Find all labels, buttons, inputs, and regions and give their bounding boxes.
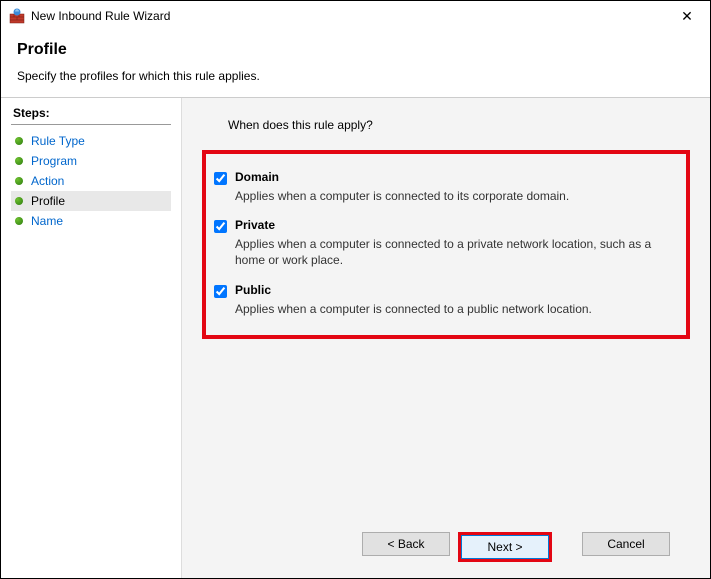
option-desc: Applies when a computer is connected to … xyxy=(235,301,670,317)
step-profile[interactable]: Profile xyxy=(11,191,171,211)
prompt-text: When does this rule apply? xyxy=(228,118,690,132)
next-button-highlight: Next > xyxy=(458,532,552,562)
firewall-icon xyxy=(9,8,25,24)
bullet-icon xyxy=(15,217,23,225)
option-name: Private xyxy=(235,218,670,232)
bullet-icon xyxy=(15,157,23,165)
cancel-button[interactable]: Cancel xyxy=(582,532,670,556)
step-label: Program xyxy=(31,154,77,168)
next-button[interactable]: Next > xyxy=(461,535,549,559)
close-icon[interactable]: ✕ xyxy=(672,8,702,25)
step-name[interactable]: Name xyxy=(11,211,171,231)
steps-sidebar: Steps: Rule Type Program Action Profile … xyxy=(1,98,181,578)
option-desc: Applies when a computer is connected to … xyxy=(235,236,670,268)
step-label: Action xyxy=(31,174,64,188)
option-name: Domain xyxy=(235,170,670,184)
step-program[interactable]: Program xyxy=(11,151,171,171)
step-label: Name xyxy=(31,214,63,228)
page-title: Profile xyxy=(17,41,694,59)
back-button[interactable]: < Back xyxy=(362,532,450,556)
window-title: New Inbound Rule Wizard xyxy=(31,9,672,23)
option-desc: Applies when a computer is connected to … xyxy=(235,188,670,204)
option-private: Private Applies when a computer is conne… xyxy=(214,218,670,268)
step-label: Rule Type xyxy=(31,134,85,148)
option-name: Public xyxy=(235,283,670,297)
header: Profile Specify the profiles for which t… xyxy=(1,31,710,97)
page-subtitle: Specify the profiles for which this rule… xyxy=(17,69,694,83)
footer-buttons: < Back Next > Cancel xyxy=(202,520,690,578)
checkbox-public[interactable] xyxy=(214,285,227,298)
option-public: Public Applies when a computer is connec… xyxy=(214,283,670,317)
option-domain: Domain Applies when a computer is connec… xyxy=(214,170,670,204)
bullet-icon xyxy=(15,177,23,185)
steps-heading: Steps: xyxy=(13,106,181,120)
button-gap xyxy=(560,532,574,562)
profiles-group-highlight: Domain Applies when a computer is connec… xyxy=(202,150,690,339)
checkbox-domain[interactable] xyxy=(214,172,227,185)
step-rule-type[interactable]: Rule Type xyxy=(11,131,171,151)
steps-rule xyxy=(11,124,171,125)
main-panel: When does this rule apply? Domain Applie… xyxy=(181,98,710,578)
step-label: Profile xyxy=(31,194,65,208)
bullet-icon xyxy=(15,197,23,205)
step-action[interactable]: Action xyxy=(11,171,171,191)
titlebar: New Inbound Rule Wizard ✕ xyxy=(1,1,710,31)
checkbox-private[interactable] xyxy=(214,220,227,233)
bullet-icon xyxy=(15,137,23,145)
